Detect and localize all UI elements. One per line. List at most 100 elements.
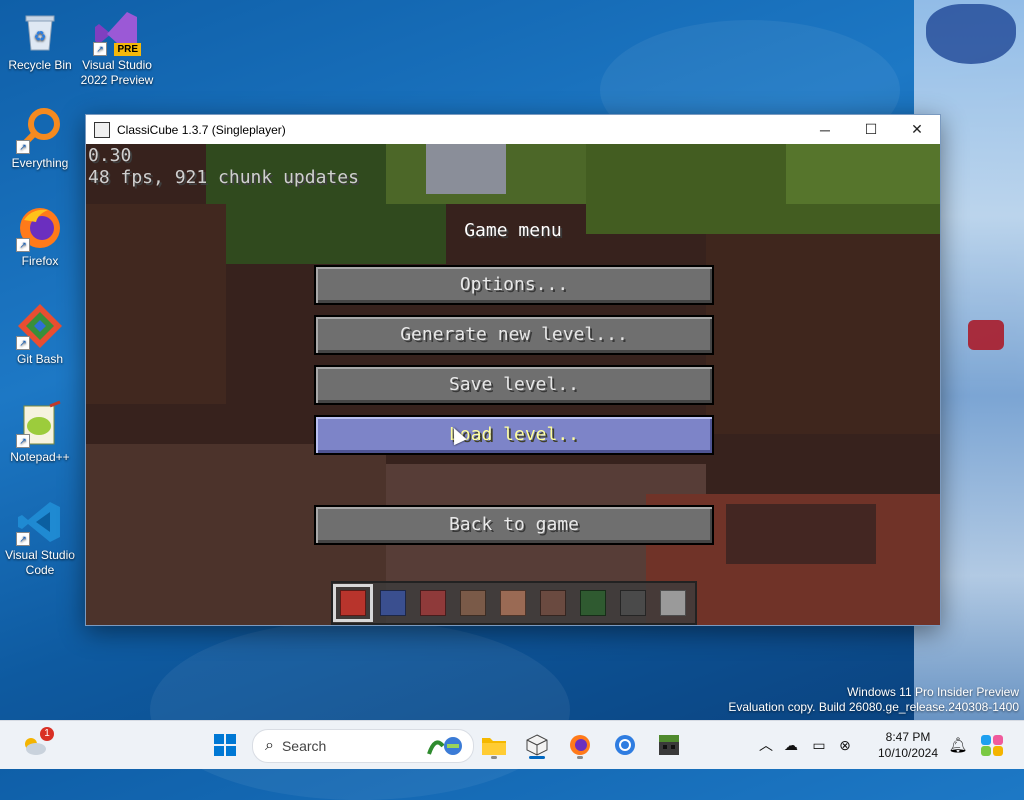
- recycle-bin-icon: ♻: [16, 8, 64, 56]
- chevron-up-icon[interactable]: ︿: [756, 735, 776, 755]
- desktop-icon-label: Firefox: [21, 254, 59, 268]
- copilot-button[interactable]: [976, 729, 1008, 761]
- taskbar-search[interactable]: ⌕ Search: [252, 729, 474, 763]
- classicube-icon: [526, 734, 548, 756]
- load-level-button[interactable]: Load level..: [314, 415, 714, 455]
- search-icon: ⌕: [265, 737, 274, 754]
- everything-search-icon: ↗: [16, 106, 64, 154]
- chrome-icon: [615, 735, 635, 755]
- wallpaper-shape: [150, 620, 570, 800]
- lapis-block-icon: [380, 590, 406, 616]
- bell-icon: 🔔︎: [948, 737, 968, 754]
- hotbar[interactable]: [331, 581, 697, 625]
- window-titlebar[interactable]: ClassiCube 1.3.7 (Singleplayer) ─ ☐ ✕: [86, 115, 940, 144]
- options-button[interactable]: Options...: [314, 265, 714, 305]
- desktop-icon-label: Visual Studio 2022 Preview: [80, 58, 154, 87]
- leaves-block-icon: [580, 590, 606, 616]
- game-menu-title: Game menu: [464, 220, 562, 241]
- hud-line-fps: 48 fps, 921 chunk updates: [88, 167, 359, 188]
- shortcut-arrow-icon: ↗: [93, 42, 107, 56]
- taskbar-file-explorer[interactable]: [478, 729, 510, 761]
- notifications-button[interactable]: 🔔︎: [942, 729, 974, 761]
- close-button[interactable]: ✕: [894, 115, 940, 144]
- desktop-icon-visual-studio[interactable]: PRE ↗ Visual Studio 2022 Preview: [77, 8, 157, 88]
- search-placeholder: Search: [281, 738, 327, 754]
- onedrive-icon[interactable]: ☁: [776, 737, 806, 754]
- minecraft-icon: [659, 735, 679, 755]
- svg-text:♻: ♻: [34, 28, 47, 44]
- taskbar-minecraft-launcher[interactable]: [653, 729, 685, 761]
- running-indicator: [577, 756, 583, 759]
- clock-time: 8:47 PM: [885, 730, 931, 744]
- shortcut-arrow-icon: ↗: [16, 238, 30, 252]
- classicube-app-icon: [94, 121, 110, 138]
- search-highlight-icon: [427, 737, 462, 755]
- weather-widget[interactable]: 1: [18, 727, 54, 761]
- taskbar-clock[interactable]: 8:47 PM 10/10/2024: [872, 729, 944, 761]
- red-ore-block-icon: [420, 590, 446, 616]
- hotbar-slot-tnt[interactable]: [333, 584, 373, 622]
- desktop-icon-label: Visual Studio Code: [5, 548, 75, 577]
- desktop-icon-firefox[interactable]: ↗ Firefox: [0, 204, 80, 269]
- preview-badge: PRE: [114, 43, 141, 56]
- firefox-icon: [570, 735, 590, 755]
- desktop-icon-label: Recycle Bin: [8, 58, 72, 72]
- hotbar-slot-clay[interactable]: [495, 586, 531, 620]
- shortcut-arrow-icon: ↗: [16, 434, 30, 448]
- windows-watermark: Windows 11 Pro Insider Preview Evaluatio…: [728, 685, 1019, 715]
- wallpaper-bow: [926, 4, 1016, 64]
- taskbar-firefox[interactable]: [564, 729, 596, 761]
- start-button[interactable]: [209, 729, 241, 761]
- desktop-icon-git-bash[interactable]: ↗ Git Bash: [0, 302, 80, 367]
- game-viewport[interactable]: 0.30 48 fps, 921 chunk updates Game menu…: [86, 144, 940, 625]
- hotbar-slot-cobweb[interactable]: [615, 586, 651, 620]
- stone-block-icon: [660, 590, 686, 616]
- hotbar-slot-leaves[interactable]: [575, 586, 611, 620]
- hud-line-version: 0.30: [88, 145, 132, 166]
- classicube-window[interactable]: ClassiCube 1.3.7 (Singleplayer) ─ ☐ ✕ 0.…: [85, 114, 941, 626]
- taskbar-classicube[interactable]: [521, 729, 553, 761]
- git-bash-icon: ↗: [16, 302, 64, 350]
- taskbar-chrome[interactable]: [609, 729, 641, 761]
- watermark-build: Evaluation copy. Build 26080.ge_release.…: [728, 700, 1019, 714]
- save-level-button[interactable]: Save level..: [314, 365, 714, 405]
- dirt-block-icon: [460, 590, 486, 616]
- generate-new-level-button[interactable]: Generate new level...: [314, 315, 714, 355]
- debug-hud: 0.30 48 fps, 921 chunk updates: [88, 145, 359, 189]
- dark-dirt-block-icon: [540, 590, 566, 616]
- clock-date: 10/10/2024: [877, 746, 939, 760]
- network-icon[interactable]: ▭: [806, 737, 832, 754]
- notification-badge: 1: [40, 727, 54, 741]
- visual-studio-icon: PRE ↗: [93, 8, 141, 56]
- desktop-icon-recycle-bin[interactable]: ♻ Recycle Bin: [0, 8, 80, 73]
- hotbar-slot-dirt-dark[interactable]: [535, 586, 571, 620]
- firefox-icon: ↗: [16, 204, 64, 252]
- windows-logo-icon: [214, 734, 236, 756]
- desktop-icon-notepad-plus-plus[interactable]: ↗ Notepad++: [0, 400, 80, 465]
- wallpaper-ribbon: [968, 320, 1004, 350]
- hotbar-slot-dirt[interactable]: [455, 586, 491, 620]
- shortcut-arrow-icon: ↗: [16, 336, 30, 350]
- volume-muted-icon[interactable]: ⊗: [832, 737, 858, 754]
- desktop-icon-label: Notepad++: [10, 450, 70, 464]
- hotbar-slot-red-ore[interactable]: [415, 586, 451, 620]
- folder-icon: [482, 738, 506, 755]
- desktop-icon-label: Git Bash: [16, 352, 64, 366]
- copilot-icon: [981, 735, 1003, 756]
- hotbar-slot-lapis[interactable]: [375, 586, 411, 620]
- shortcut-arrow-icon: ↗: [16, 532, 30, 546]
- desktop-icon-everything[interactable]: ↗ Everything: [0, 106, 80, 171]
- system-tray: ︿ ☁ ▭ ⊗: [756, 721, 858, 769]
- taskbar: 1 ⌕ Search ︿ ☁ ▭ ⊗ 8:47 PM 10/10/2024 🔔︎: [0, 720, 1024, 769]
- back-to-game-button[interactable]: Back to game: [314, 505, 714, 545]
- shortcut-arrow-icon: ↗: [16, 140, 30, 154]
- hotbar-slot-stone[interactable]: [655, 586, 691, 620]
- window-title: ClassiCube 1.3.7 (Singleplayer): [117, 122, 286, 137]
- active-indicator: [529, 756, 545, 759]
- maximize-button[interactable]: ☐: [848, 115, 894, 144]
- desktop-icon-vscode[interactable]: ↗ Visual Studio Code: [0, 498, 80, 578]
- watermark-edition: Windows 11 Pro Insider Preview: [847, 685, 1019, 699]
- vscode-icon: ↗: [16, 498, 64, 546]
- notepad-plus-plus-icon: ↗: [16, 400, 64, 448]
- minimize-button[interactable]: ─: [802, 115, 848, 144]
